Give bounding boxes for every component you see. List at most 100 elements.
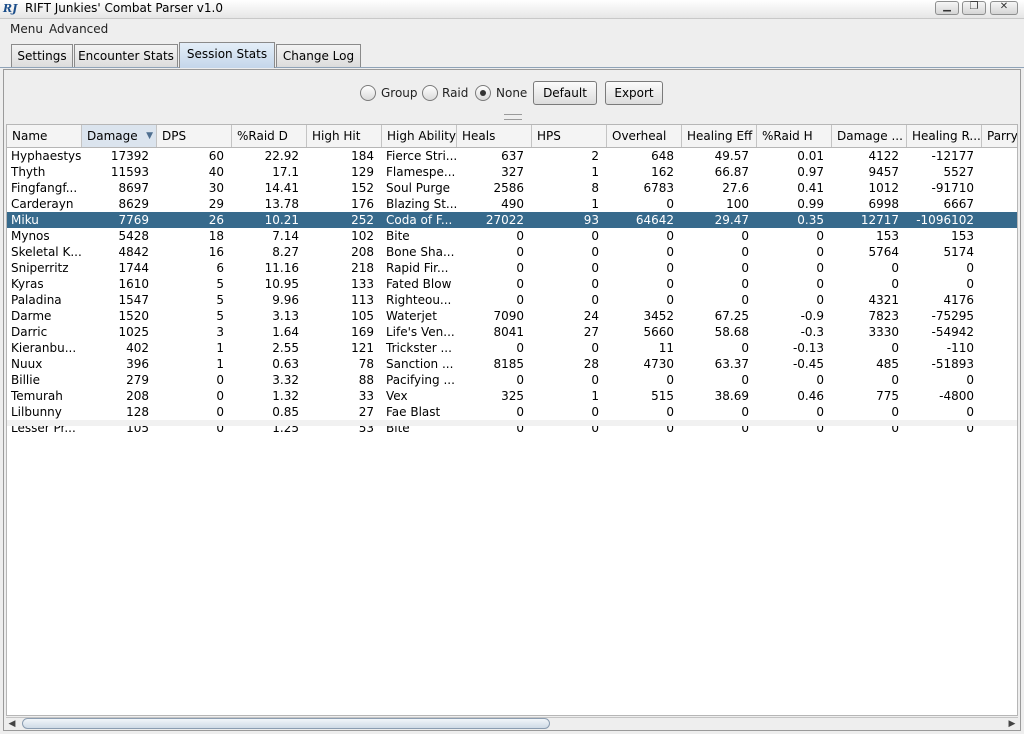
none-radio[interactable] xyxy=(475,85,491,101)
column-header[interactable]: Heals xyxy=(457,125,532,147)
table-cell: 0 xyxy=(216,389,224,403)
column-header[interactable]: Healing Eff xyxy=(682,125,757,147)
table-row[interactable]: Skeletal K... 4842 16 8.27 208 Bone Sha... 0 0 0… xyxy=(7,244,1017,260)
table-row[interactable]: Miku 7769 26 10.21 252 Coda of F... 27022 93 646… xyxy=(7,212,1017,228)
table-cell: Coda of F... xyxy=(386,213,453,227)
table-cell: 6998 xyxy=(868,197,899,211)
tab-change-log[interactable]: Change Log xyxy=(276,44,361,67)
title-bar: RJ RIFT Junkies' Combat Parser v1.0 ▁ ❐ … xyxy=(0,0,1024,19)
table-cell: 1520 xyxy=(118,309,149,323)
tab-settings[interactable]: Settings xyxy=(11,44,73,67)
column-header[interactable]: %Raid H xyxy=(757,125,832,147)
column-header[interactable]: High Hit xyxy=(307,125,382,147)
table-cell: 4122 xyxy=(868,149,899,163)
table-cell: 0 xyxy=(741,245,749,259)
table-cell: 88 xyxy=(358,373,374,387)
column-header[interactable]: Damage ... xyxy=(832,125,907,147)
horizontal-scrollbar[interactable]: ◀ ▶ xyxy=(6,717,1018,730)
table-cell: 4842 xyxy=(118,245,149,259)
table-row[interactable]: Darric 1025 3 1.64 169 Life's Ven... 8041 27 566… xyxy=(7,324,1017,340)
table-cell: 27 xyxy=(358,405,374,419)
group-radio[interactable] xyxy=(360,85,376,101)
column-header[interactable]: %Raid D xyxy=(232,125,307,147)
column-header[interactable]: Healing R... xyxy=(907,125,982,147)
column-header[interactable]: HPS xyxy=(532,125,607,147)
table-row[interactable]: Billie 279 0 3.32 88 Pacifying ... 0 0 0 0 0 0 0 xyxy=(7,372,1017,388)
table-cell: 93 xyxy=(583,213,599,227)
table-cell: 5 xyxy=(216,277,224,291)
scrollbar-thumb[interactable] xyxy=(22,718,550,729)
table-row[interactable]: Nuux 396 1 0.63 78 Sanction ... 8185 28 4730 63.3… xyxy=(7,356,1017,372)
table-cell: 0 xyxy=(516,229,524,243)
table-cell: 0 xyxy=(591,373,599,387)
table-row[interactable]: Kieranbu... 402 1 2.55 121 Trickster ... 0 0 11 0… xyxy=(7,340,1017,356)
table-cell: 0.63 xyxy=(272,357,299,371)
table-cell: -110 xyxy=(946,341,974,355)
table-cell: Fated Blow xyxy=(386,277,452,291)
table-cell: 0.85 xyxy=(272,405,299,419)
table-row[interactable]: Hyphaestys 17392 60 22.92 184 Fierce Stri... 6… xyxy=(7,148,1017,164)
table-cell: Paladina xyxy=(11,293,62,307)
table-cell: 0 xyxy=(741,405,749,419)
table-cell: 8 xyxy=(591,181,599,195)
column-header[interactable]: Parry/ xyxy=(982,125,1018,147)
table-row[interactable]: Thyth 11593 40 17.1 129 Flamespe... 327 1 162 66.… xyxy=(7,164,1017,180)
table-cell: 0 xyxy=(591,405,599,419)
tab-session-stats[interactable]: Session Stats xyxy=(179,42,275,68)
table-cell: 78 xyxy=(358,357,374,371)
table-cell: 0.35 xyxy=(797,213,824,227)
none-radio-label[interactable]: None xyxy=(496,86,527,100)
table-cell: 0 xyxy=(741,229,749,243)
table-cell: 2.55 xyxy=(272,341,299,355)
raid-radio[interactable] xyxy=(422,85,438,101)
scroll-right-icon[interactable]: ▶ xyxy=(1006,719,1018,729)
table-cell: Righteou... xyxy=(386,293,452,307)
table-row[interactable]: Paladina 1547 5 9.96 113 Righteou... 0 0 0 0 0 4321… xyxy=(7,292,1017,308)
column-header[interactable]: Damage ▼ xyxy=(82,125,157,147)
table-row[interactable]: Carderayn 8629 29 13.78 176 Blazing St... 490 1… xyxy=(7,196,1017,212)
table-cell: 0 xyxy=(516,405,524,419)
table-cell: 11 xyxy=(658,341,674,355)
split-pane-handle[interactable] xyxy=(504,114,522,120)
column-header[interactable]: Name xyxy=(7,125,82,147)
table-cell: 208 xyxy=(126,389,149,403)
tab-encounter-stats[interactable]: Encounter Stats xyxy=(74,44,178,67)
table-cell: 325 xyxy=(501,389,524,403)
raid-radio-label[interactable]: Raid xyxy=(442,86,468,100)
table-cell: 0 xyxy=(666,261,674,275)
column-header[interactable]: High Ability xyxy=(382,125,457,147)
table-row[interactable]: Fingfangf... 8697 30 14.41 152 Soul Purge 2586… xyxy=(7,180,1017,196)
menu-bar: Menu Advanced xyxy=(0,19,1024,39)
table-cell: 0 xyxy=(591,341,599,355)
table-cell: 176 xyxy=(351,197,374,211)
table-row[interactable]: Darme 1520 5 3.13 105 Waterjet 7090 24 3452 67.25… xyxy=(7,308,1017,324)
table-cell: 0 xyxy=(666,229,674,243)
table-row[interactable]: Sniperritz 1744 6 11.16 218 Rapid Fir... 0 0 0 0 0… xyxy=(7,260,1017,276)
column-header-label: Parry/ xyxy=(987,129,1018,143)
table-cell: 0 xyxy=(891,373,899,387)
table-row[interactable]: Lilbunny 128 0 0.85 27 Fae Blast 0 0 0 0 0 0 0 xyxy=(7,404,1017,420)
column-header[interactable]: DPS xyxy=(157,125,232,147)
menu-menu[interactable]: Menu xyxy=(10,22,43,36)
table-cell: Fae Blast xyxy=(386,405,441,419)
menu-advanced[interactable]: Advanced xyxy=(49,22,108,36)
table-row[interactable]: Kyras 1610 5 10.95 133 Fated Blow 0 0 0 0 0 0 0 xyxy=(7,276,1017,292)
table-row[interactable]: Mynos 5428 18 7.14 102 Bite 0 0 0 0 0 153 153 xyxy=(7,228,1017,244)
table-cell: 0 xyxy=(516,373,524,387)
scroll-left-icon[interactable]: ◀ xyxy=(6,719,18,729)
table-cell: 0 xyxy=(666,245,674,259)
maximize-button[interactable]: ❐ xyxy=(962,1,986,15)
table-cell: 58.68 xyxy=(714,325,749,339)
table-cell: Kieranbu... xyxy=(11,341,77,355)
table-row[interactable]: Temurah 208 0 1.32 33 Vex 325 1 515 38.69 0.46 775 -… xyxy=(7,388,1017,404)
table-cell: 4176 xyxy=(943,293,974,307)
minimize-button[interactable]: ▁ xyxy=(935,1,959,15)
export-button[interactable]: Export xyxy=(605,81,663,105)
table-cell: 8.27 xyxy=(272,245,299,259)
table-cell: 0 xyxy=(741,293,749,307)
group-radio-label[interactable]: Group xyxy=(381,86,418,100)
default-button[interactable]: Default xyxy=(533,81,597,105)
close-button[interactable]: ✕ xyxy=(990,1,1018,15)
column-header[interactable]: Overheal xyxy=(607,125,682,147)
table-cell: 0 xyxy=(516,261,524,275)
